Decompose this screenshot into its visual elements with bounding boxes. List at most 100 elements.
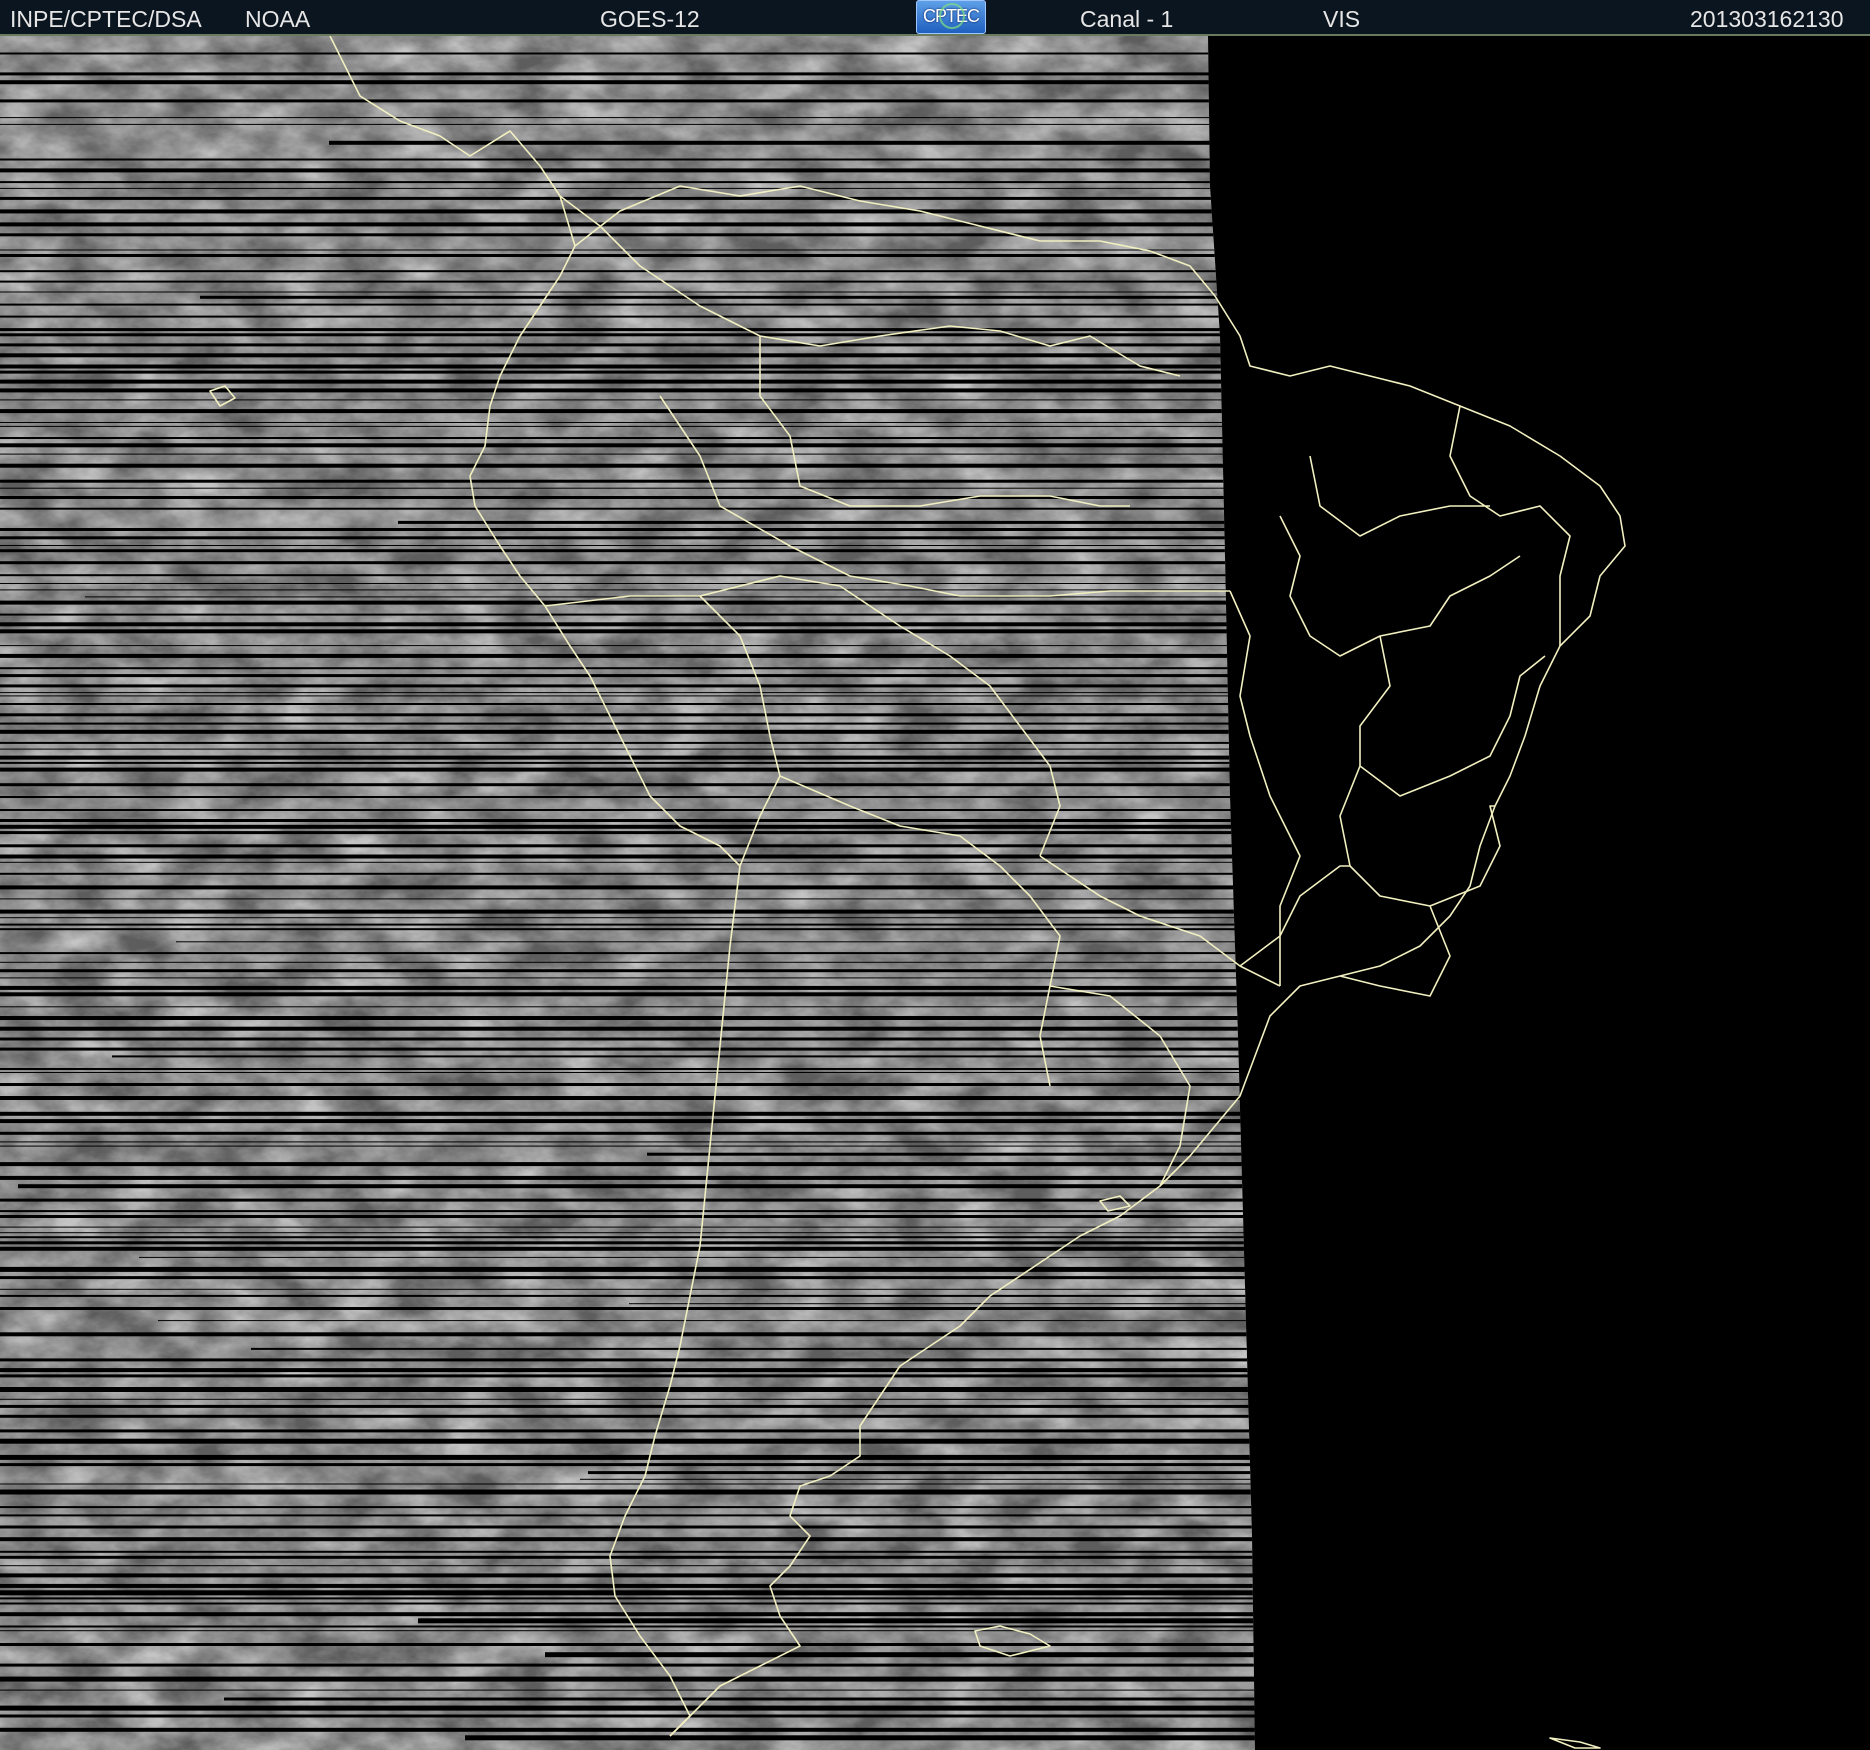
scan-line [0,270,1255,273]
scan-line [0,1198,1255,1202]
scan-line [85,596,1255,598]
scan-line [0,1145,1255,1147]
scan-line [0,1119,1255,1124]
scan-line [0,1288,1255,1290]
scan-line [0,1429,1255,1433]
scan-line [0,561,1255,565]
scan-line [0,1565,1255,1567]
scan-line [0,1612,1255,1617]
scan-line [0,729,1255,734]
scan-line [158,1320,1255,1322]
scan-line [0,1630,1255,1632]
scan-line [0,409,1255,414]
header-band: VIS [1323,6,1361,32]
scan-line [0,645,1255,647]
scan-line [0,507,1255,510]
scan-line [0,443,1255,448]
scan-line [0,844,1255,848]
scan-line [0,589,1255,591]
scan-line [0,545,1255,546]
scan-line [0,1705,1255,1711]
scan-line [0,1083,1255,1086]
scan-line [0,181,1255,184]
scan-line [0,1016,1255,1020]
scan-line [0,1398,1255,1400]
scan-line [588,1471,1255,1475]
satellite-image [0,36,1870,1750]
scan-line [18,1184,1255,1189]
scan-line [0,303,1255,306]
scan-line [0,1643,1255,1646]
scan-line [0,1294,1255,1297]
scan-line [0,1162,1255,1167]
scan-line [0,761,1255,764]
scan-line [0,1483,1255,1485]
scan-line [0,613,1255,616]
scan-line [0,117,1255,119]
header-agency: NOAA [245,6,311,32]
scan-line [0,196,1255,200]
scan-line [0,80,1255,85]
scan-line [0,713,1255,717]
scan-line [0,353,1255,358]
scan-line [0,1111,1255,1116]
scan-line [0,1438,1255,1444]
scan-line [0,928,1255,931]
scan-line [0,861,1255,863]
scan-line [0,399,1255,401]
scan-line [0,422,1255,423]
scan-line [0,622,1255,627]
scan-line [0,158,1255,161]
scan-line [0,703,1255,705]
scan-line [0,961,1255,963]
scan-line [0,528,1255,531]
scan-line [0,1583,1255,1588]
scan-line [0,536,1255,540]
scan-line [0,872,1255,875]
scan-line [0,379,1255,384]
scan-line [0,1514,1255,1517]
scan-line [251,1347,1255,1350]
scan-line [0,487,1255,489]
scan-line [0,1215,1255,1218]
image-header-bar: INPE/CPTEC/DSA NOAA GOES-12 CPTEC Canal … [0,0,1870,36]
scan-line [0,885,1255,890]
scan-line [0,1068,1255,1070]
scan-line [0,1663,1255,1667]
scan-line [0,1266,1255,1272]
scan-line [112,1055,1255,1058]
scan-line [0,1550,1255,1553]
scan-line [0,388,1255,393]
scan-line [0,767,1255,772]
scan-line [0,917,1255,919]
scan-line [0,370,1255,374]
scan-line [0,453,1255,455]
scan-line [0,463,1255,468]
scan-line [0,328,1255,332]
scan-line [0,1307,1255,1310]
scan-line [0,1368,1255,1373]
scan-line [0,819,1255,822]
scan-line [0,1404,1255,1408]
scan-line [0,653,1255,658]
scan-line [0,969,1255,973]
scan-line [0,280,1255,283]
scan-line [0,796,1255,798]
scan-line [0,479,1255,483]
scan-line [0,583,1255,584]
scan-line [0,574,1255,577]
brazil-state-borders [1229,405,1571,997]
scan-line [0,1141,1255,1143]
scan-line [0,1232,1255,1234]
scan-line [0,667,1255,670]
scan-line [465,1735,1255,1741]
scan-line [0,824,1255,829]
scan-line [0,1414,1255,1418]
scan-line [0,1602,1255,1605]
scan-line [0,952,1255,955]
scan-line [0,1387,1255,1392]
scan-line [0,992,1255,997]
scan-line [0,1625,1255,1628]
swath-area [0,36,1255,1750]
scan-line [418,1618,1255,1624]
